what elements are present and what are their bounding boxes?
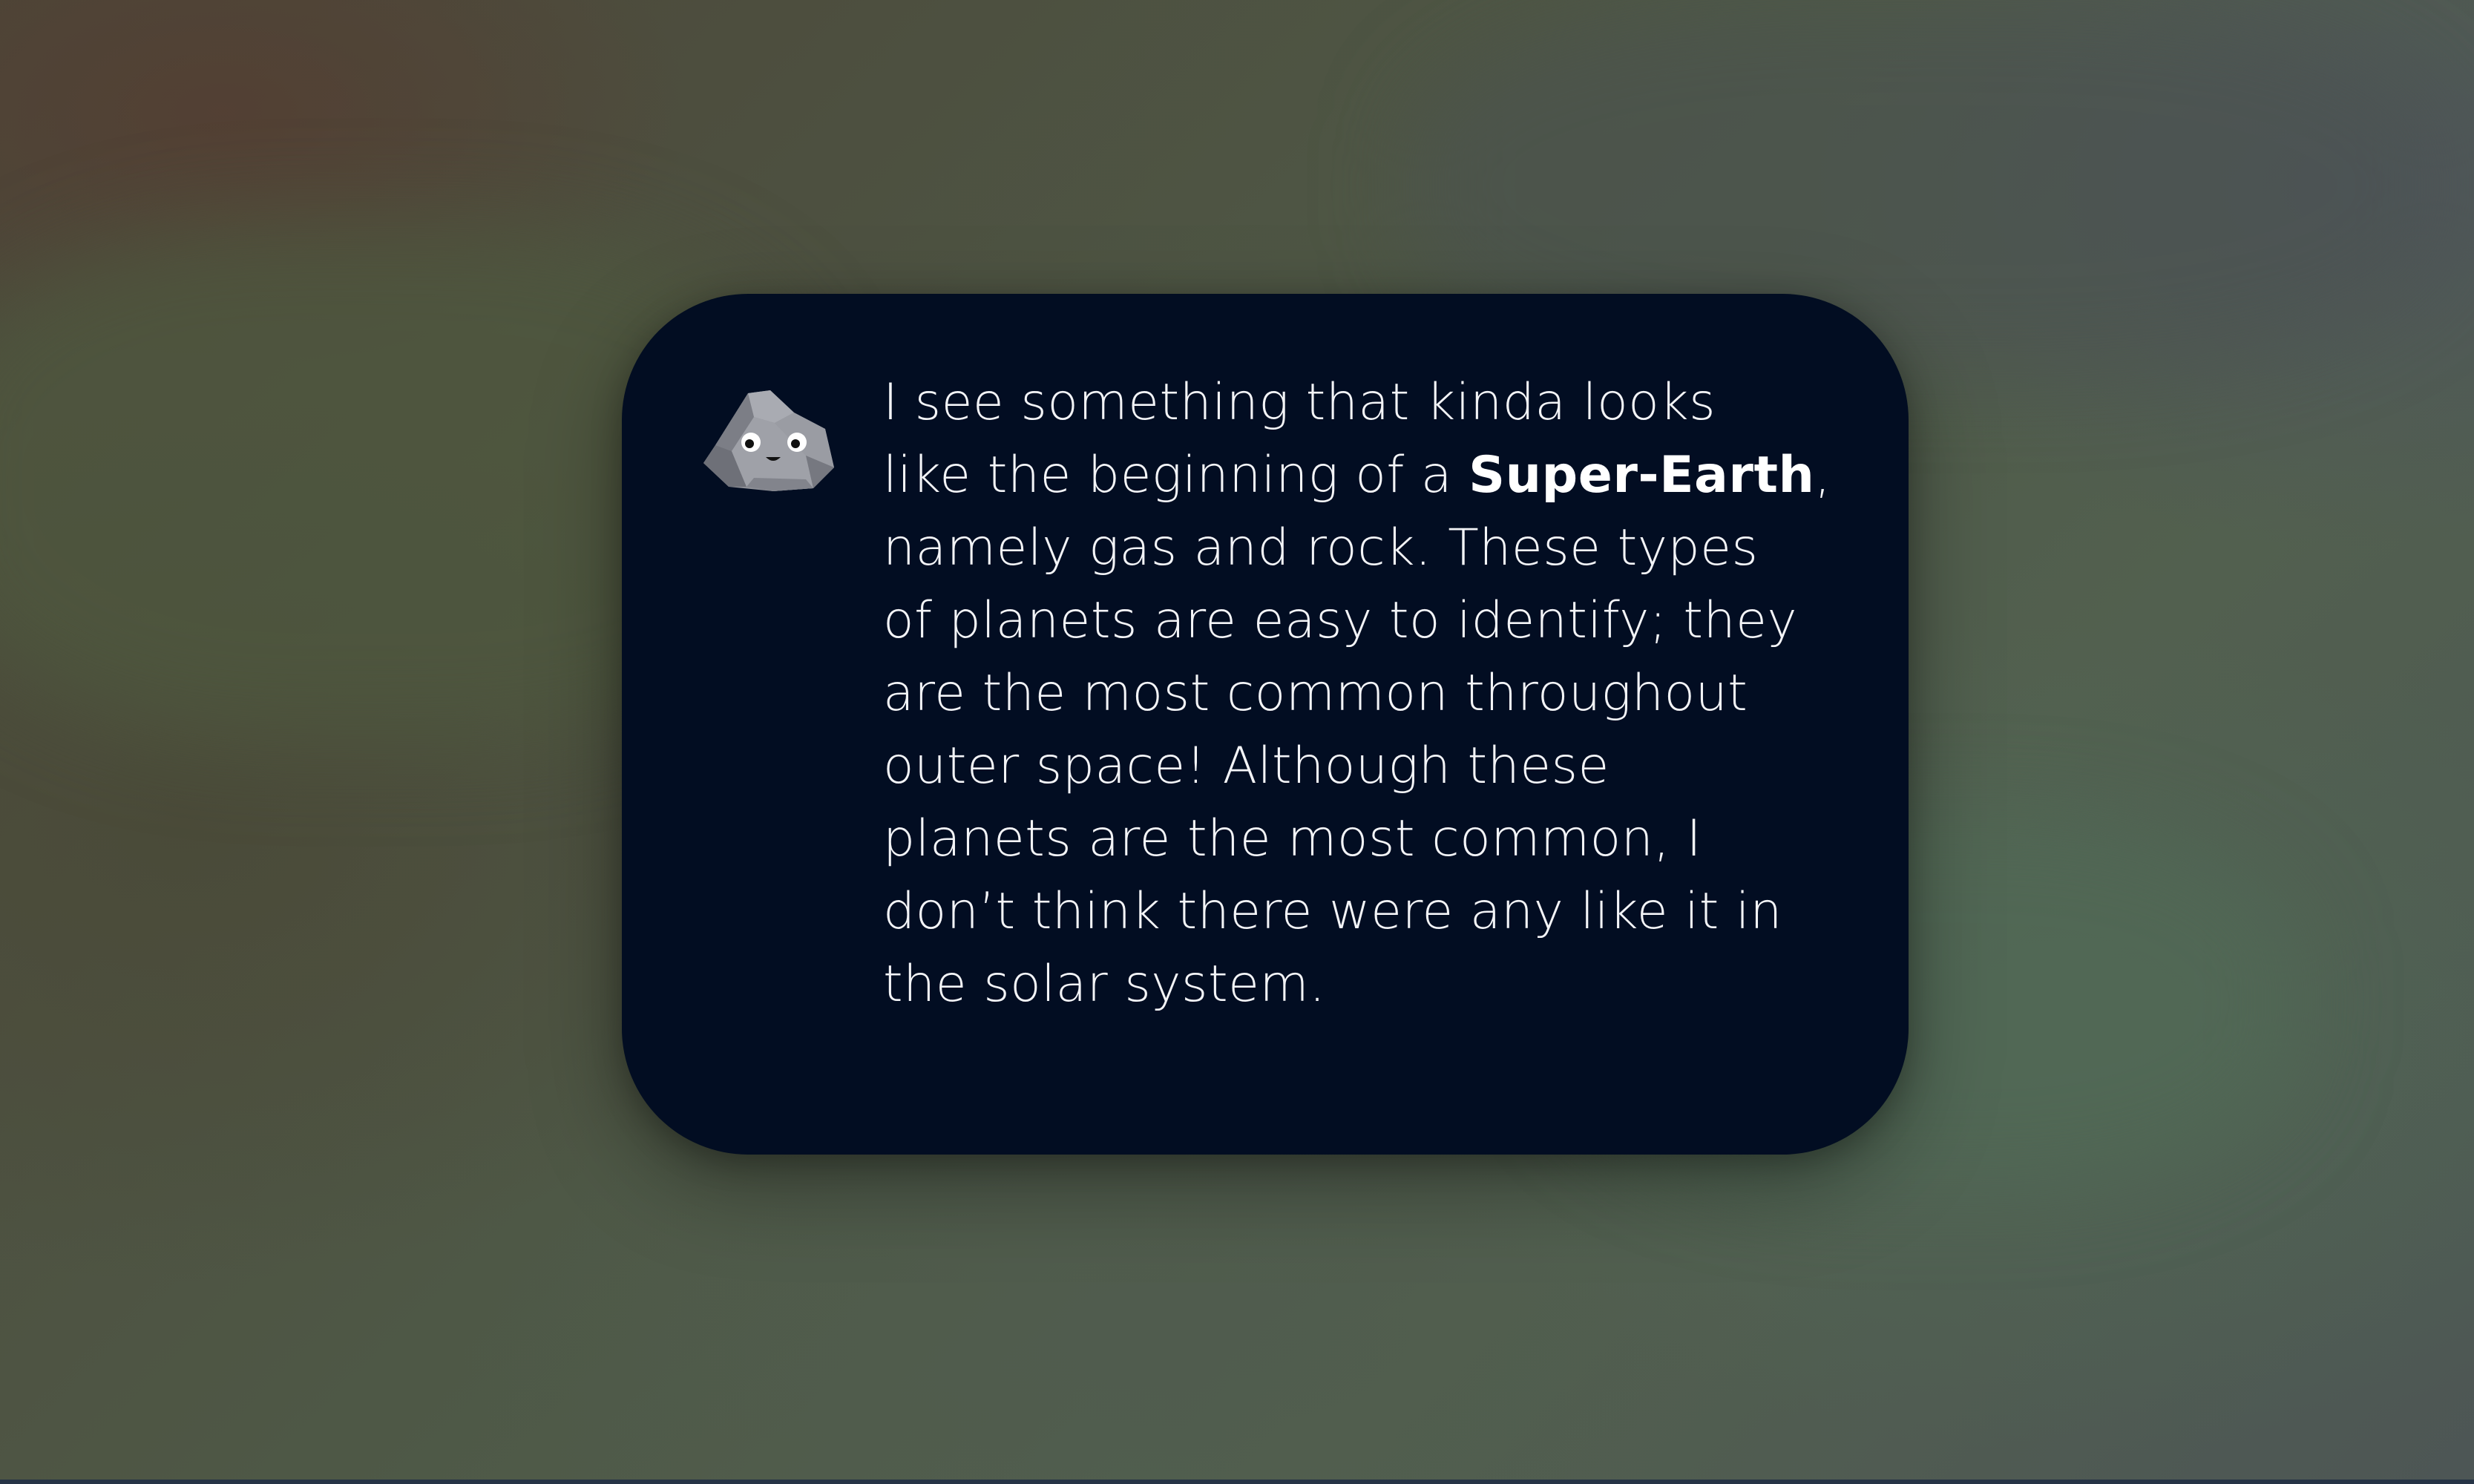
- message-line: are the most common throughout: [883, 664, 1748, 723]
- message-line: like the beginning of a Super-Earth,: [883, 439, 1848, 512]
- bottom-divider: [0, 1480, 2474, 1484]
- message-line: outer space! Although these: [883, 737, 1610, 795]
- dialog-card[interactable]: I see something that kinda looks like th…: [622, 294, 1909, 1155]
- message-line: the solar system.: [883, 955, 1326, 1014]
- dialog-message: I see something that kinda looks like th…: [883, 367, 1848, 1021]
- rock-character-icon: [702, 384, 839, 494]
- message-line: planets are the most common, I: [883, 810, 1702, 868]
- message-line: namely gas and rock. These types: [883, 519, 1759, 577]
- message-text: ,: [1814, 446, 1831, 505]
- message-line: of planets are easy to identify; they: [883, 591, 1798, 650]
- super-earth-term: Super-Earth: [1469, 446, 1815, 505]
- message-line: don’t think there were any like it in: [883, 882, 1782, 941]
- message-text: like the beginning of a: [883, 446, 1469, 505]
- message-line: I see something that kinda looks: [883, 373, 1716, 432]
